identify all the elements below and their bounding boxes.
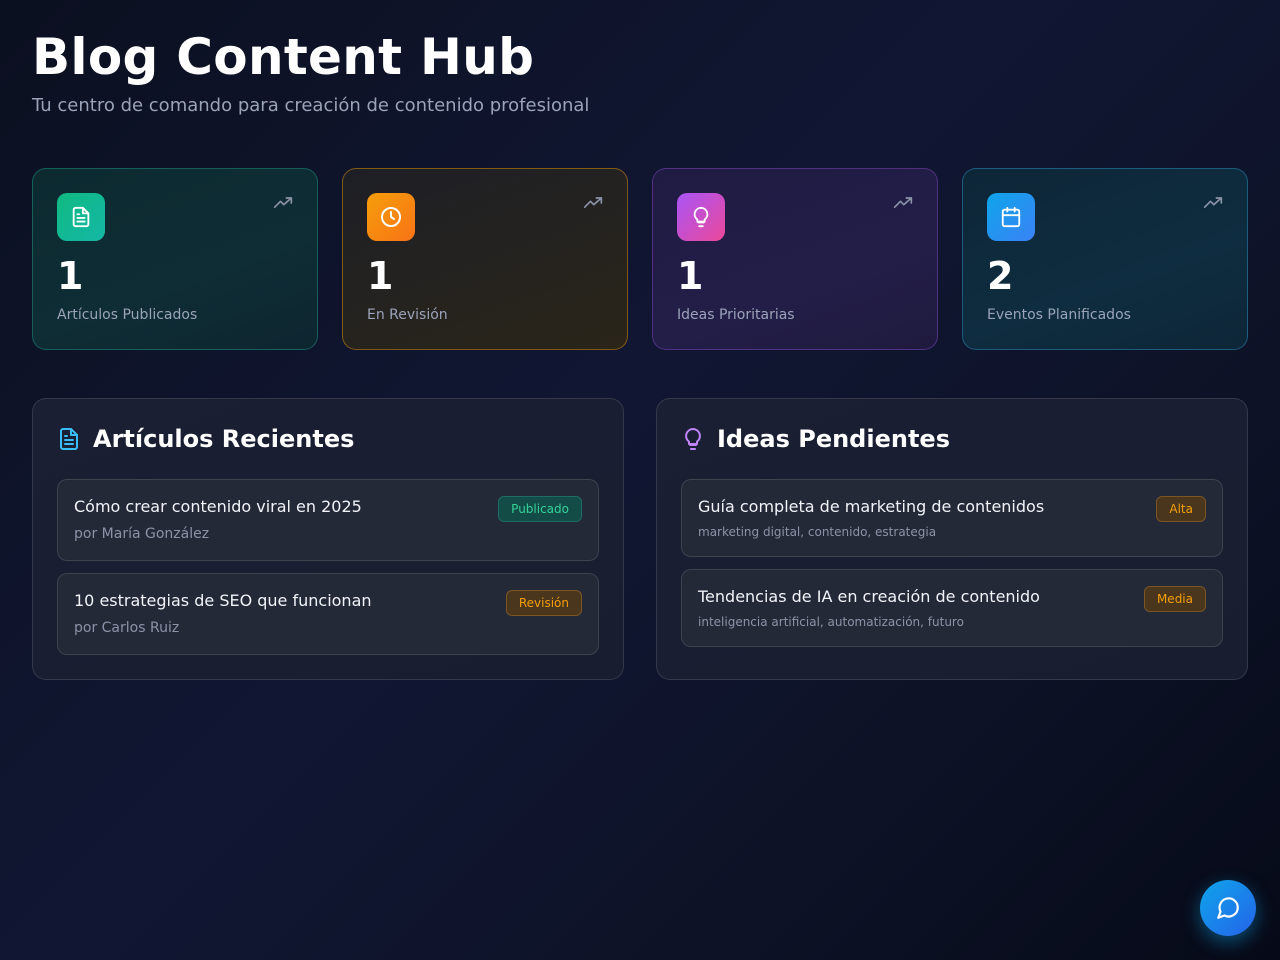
idea-item[interactable]: Guía completa de marketing de contenidos… <box>681 479 1223 557</box>
document-icon <box>57 193 105 241</box>
status-badge: Publicado <box>498 496 582 522</box>
recent-articles-panel: Artículos Recientes Cómo crear contenido… <box>32 398 624 680</box>
idea-tags: inteligencia artificial, automatización,… <box>698 615 964 629</box>
page-title: Blog Content Hub <box>32 28 535 86</box>
stat-label: Artículos Publicados <box>57 307 198 323</box>
idea-title: Tendencias de IA en creación de contenid… <box>698 587 1040 606</box>
idea-item[interactable]: Tendencias de IA en creación de contenid… <box>681 569 1223 647</box>
stats-row: 1 Artículos Publicados 1 En Revisión 1 I… <box>32 168 1248 350</box>
page-subtitle: Tu centro de comando para creación de co… <box>32 95 590 116</box>
trending-up-icon <box>1203 197 1223 209</box>
trending-up-icon <box>583 197 603 209</box>
idea-title: Guía completa de marketing de contenidos <box>698 497 1045 516</box>
chat-bubble-icon <box>1217 897 1239 919</box>
panel-header: Ideas Pendientes <box>681 423 950 455</box>
dashboard-page: Blog Content Hub Tu centro de comando pa… <box>32 0 1248 960</box>
idea-tags: marketing digital, contenido, estrategia <box>698 525 937 539</box>
panel-header: Artículos Recientes <box>57 423 354 455</box>
stat-card-published[interactable]: 1 Artículos Publicados <box>32 168 318 350</box>
article-item[interactable]: 10 estrategias de SEO que funcionan por … <box>57 573 599 655</box>
stat-label: Eventos Planificados <box>987 307 1131 323</box>
stat-card-priority-ideas[interactable]: 1 Ideas Prioritarias <box>652 168 938 350</box>
stat-label: En Revisión <box>367 307 448 323</box>
article-title: Cómo crear contenido viral en 2025 <box>74 497 362 516</box>
stat-value: 1 <box>367 254 394 298</box>
article-title: 10 estrategias de SEO que funcionan <box>74 591 372 610</box>
article-item[interactable]: Cómo crear contenido viral en 2025 por M… <box>57 479 599 561</box>
stat-card-planned-events[interactable]: 2 Eventos Planificados <box>962 168 1248 350</box>
lightbulb-icon <box>685 428 701 450</box>
article-author: por María González <box>74 526 210 542</box>
priority-badge: Media <box>1143 586 1206 612</box>
status-badge: Revisión <box>505 590 582 616</box>
calendar-icon <box>987 193 1035 241</box>
priority-badge: Alta <box>1156 496 1206 522</box>
stat-value: 1 <box>677 254 704 298</box>
article-author: por Carlos Ruiz <box>74 620 180 636</box>
chat-button[interactable] <box>1200 880 1256 936</box>
stat-value: 2 <box>987 254 1014 298</box>
document-icon <box>60 428 78 450</box>
stat-card-in-review[interactable]: 1 En Revisión <box>342 168 628 350</box>
trending-up-icon <box>893 197 913 209</box>
stat-label: Ideas Prioritarias <box>677 307 795 323</box>
panel-title: Artículos Recientes <box>93 425 355 453</box>
stat-value: 1 <box>57 254 84 298</box>
trending-up-icon <box>273 197 293 209</box>
panel-title: Ideas Pendientes <box>717 425 950 453</box>
clock-icon <box>367 193 415 241</box>
pending-ideas-panel: Ideas Pendientes Guía completa de market… <box>656 398 1248 680</box>
lightbulb-icon <box>677 193 725 241</box>
